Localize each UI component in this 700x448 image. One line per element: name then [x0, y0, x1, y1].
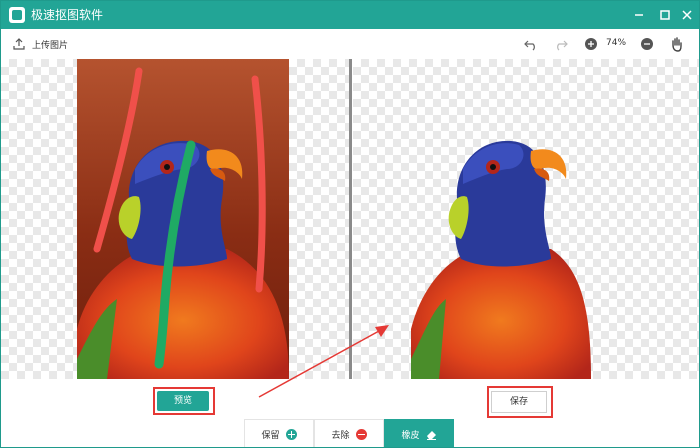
window-title: 极速抠图软件 [31, 8, 104, 22]
zoom-out-icon[interactable] [639, 36, 655, 52]
eraser-tool-button[interactable]: 橡皮 [384, 419, 454, 447]
upload-image-label: 上传图片 [32, 40, 69, 51]
preview-button[interactable]: 预览 [157, 391, 209, 411]
parrot-figure-b [411, 140, 591, 379]
upload-icon [13, 38, 25, 50]
remove-tool-label: 去除 [331, 430, 350, 441]
save-button[interactable]: 保存 [491, 391, 547, 413]
minus-circle-icon [355, 428, 367, 440]
eraser-icon [426, 429, 437, 440]
title-bar: 极速抠图软件 [1, 1, 699, 29]
brush-tools: 保留 去除 橡皮 [244, 419, 454, 447]
source-parrot-image[interactable] [77, 59, 289, 379]
app-logo-icon [9, 7, 25, 23]
hand-icon[interactable] [669, 36, 685, 52]
maximize-icon[interactable] [655, 5, 675, 25]
result-parrot-image [411, 140, 591, 379]
zoom-level: 74% [606, 38, 627, 48]
eraser-tool-label: 橡皮 [401, 430, 420, 441]
remove-tool-button[interactable]: 去除 [314, 419, 384, 447]
zoom-in-icon[interactable] [583, 36, 599, 52]
app-window: 极速抠图软件 上传图片 74% 预览 保存 保留 去除 橡皮 [0, 0, 700, 448]
keep-tool-button[interactable]: 保留 [244, 419, 314, 447]
undo-icon[interactable] [523, 36, 539, 52]
bottom-panel: 预览 保存 保留 去除 橡皮 [1, 379, 699, 447]
split-divider[interactable] [349, 59, 352, 379]
redo-icon[interactable] [553, 36, 569, 52]
close-icon[interactable] [677, 5, 697, 25]
plus-circle-icon [285, 428, 297, 440]
canvas-workspace [1, 59, 699, 379]
upload-image-button[interactable]: 上传图片 [13, 36, 68, 52]
keep-tool-label: 保留 [261, 430, 280, 441]
toolbar: 上传图片 74% [1, 29, 699, 59]
minimize-icon[interactable] [629, 5, 649, 25]
